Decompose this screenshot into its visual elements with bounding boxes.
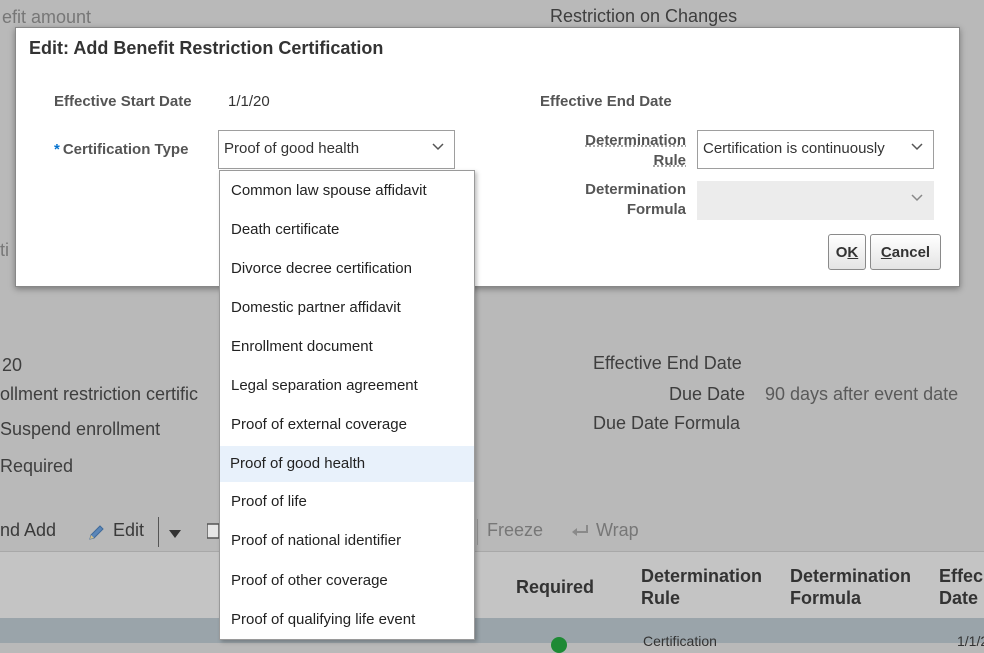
bg-restriction-on-changes-label: Restriction on Changes [550, 6, 738, 26]
dropdown-option[interactable]: Death certificate [220, 212, 474, 248]
determination-formula-select [697, 181, 934, 220]
calendar-icon [206, 522, 220, 545]
wrap-icon [571, 523, 589, 544]
table-cell-date: 1/1/2 [957, 633, 984, 649]
dropdown-option[interactable]: Domestic partner affidavit [220, 290, 474, 326]
determination-rule-select[interactable]: Certification is continuously [697, 130, 934, 169]
dropdown-option[interactable]: Common law spouse affidavit [220, 173, 474, 209]
dropdown-option[interactable]: Proof of qualifying life event [220, 602, 474, 638]
dropdown-option[interactable]: Divorce decree certification [220, 251, 474, 287]
col-header-determination-rule-line1: Determination [641, 566, 763, 586]
ok-button-label-prefix: O [835, 243, 848, 261]
edit-dialog: Edit: Add Benefit Restriction Certificat… [15, 27, 960, 287]
status-check-icon [551, 637, 567, 653]
toolbar-separator-2 [477, 519, 478, 545]
effective-end-date-label: Effective End Date [540, 93, 672, 110]
bg-effective-end-date-label: Effective End Date [593, 353, 742, 373]
bg-benefit-amount-label: efit amount [2, 7, 92, 27]
cancel-button[interactable]: Cancel [870, 234, 941, 270]
bg-suspend-enrollment-text: Suspend enrollment [0, 419, 161, 439]
table-cell-rule: Certification [643, 633, 717, 649]
col-header-determination-formula-line2: Formula [790, 588, 862, 608]
ok-button[interactable]: OK [828, 234, 866, 270]
chevron-down-icon [911, 194, 923, 202]
determination-formula-label-line1: Determination [585, 181, 686, 198]
dialog-title: Edit: Add Benefit Restriction Certificat… [29, 38, 384, 58]
certification-type-label: * Certification Type [54, 141, 188, 158]
bg-due-date-formula-label: Due Date Formula [593, 413, 741, 433]
col-header-required: Required [516, 577, 595, 597]
certification-type-dropdown-list: Common law spouse affidavit Death certifi… [219, 170, 475, 640]
toolbar-separator [158, 517, 159, 547]
dropdown-option[interactable]: Proof of national identifier [220, 523, 474, 559]
dropdown-option[interactable]: Legal separation agreement [220, 368, 474, 404]
bg-required-text: Required [0, 456, 74, 476]
effective-start-date-value: 1/1/20 [228, 93, 270, 110]
determination-rule-value: Certification is continuously [703, 140, 885, 157]
bg-wrap-button: Wrap [596, 520, 639, 540]
bg-due-date-label: Due Date [669, 384, 746, 404]
col-header-effective-line2: Date [939, 588, 979, 608]
certification-type-label-text: Certification Type [62, 141, 189, 158]
chevron-down-icon [432, 143, 444, 151]
bg-date-value: 20 [2, 355, 23, 375]
determination-rule-label-line1: Determination [556, 132, 686, 149]
col-header-determination-formula-line1: Determination [790, 566, 912, 586]
bg-edit-button: Edit [113, 520, 145, 540]
ok-button-mnemonic: K [847, 243, 859, 261]
dropdown-option[interactable]: Enrollment document [220, 329, 474, 365]
determination-rule-label-text1: Determination [585, 132, 686, 149]
bg-left-edge-text: ti [0, 240, 9, 260]
dropdown-arrow-icon [168, 526, 182, 544]
bg-save-and-add-button: nd Add [0, 520, 57, 540]
pencil-icon [87, 522, 107, 547]
dropdown-option[interactable]: Proof of life [220, 484, 474, 520]
dropdown-option[interactable]: Proof of external coverage [220, 407, 474, 443]
determination-formula-label-line2: Formula [626, 201, 686, 218]
certification-type-select[interactable]: Proof of good health [218, 130, 455, 169]
bg-freeze-button: Freeze [487, 520, 544, 540]
col-header-effective-line1: Effec [939, 566, 984, 586]
dropdown-option[interactable]: Proof of good health [220, 446, 474, 482]
dropdown-option[interactable]: Proof of other coverage [220, 563, 474, 599]
determination-rule-label-text2: Rule [653, 152, 686, 169]
cancel-button-label-suffix: ancel [891, 243, 931, 261]
cancel-button-mnemonic: C [880, 243, 892, 261]
col-header-determination-rule-line2: Rule [641, 588, 681, 608]
table-row [0, 618, 984, 643]
certification-type-value: Proof of good health [224, 140, 360, 157]
required-marker: * [54, 141, 60, 158]
bg-due-date-value: 90 days after event date [765, 384, 959, 404]
bg-enrollment-restriction-text: ollment restriction certific [0, 384, 199, 404]
chevron-down-icon [911, 143, 923, 151]
effective-start-date-label: Effective Start Date [54, 93, 192, 110]
determination-rule-label-line2: Rule [556, 152, 686, 169]
